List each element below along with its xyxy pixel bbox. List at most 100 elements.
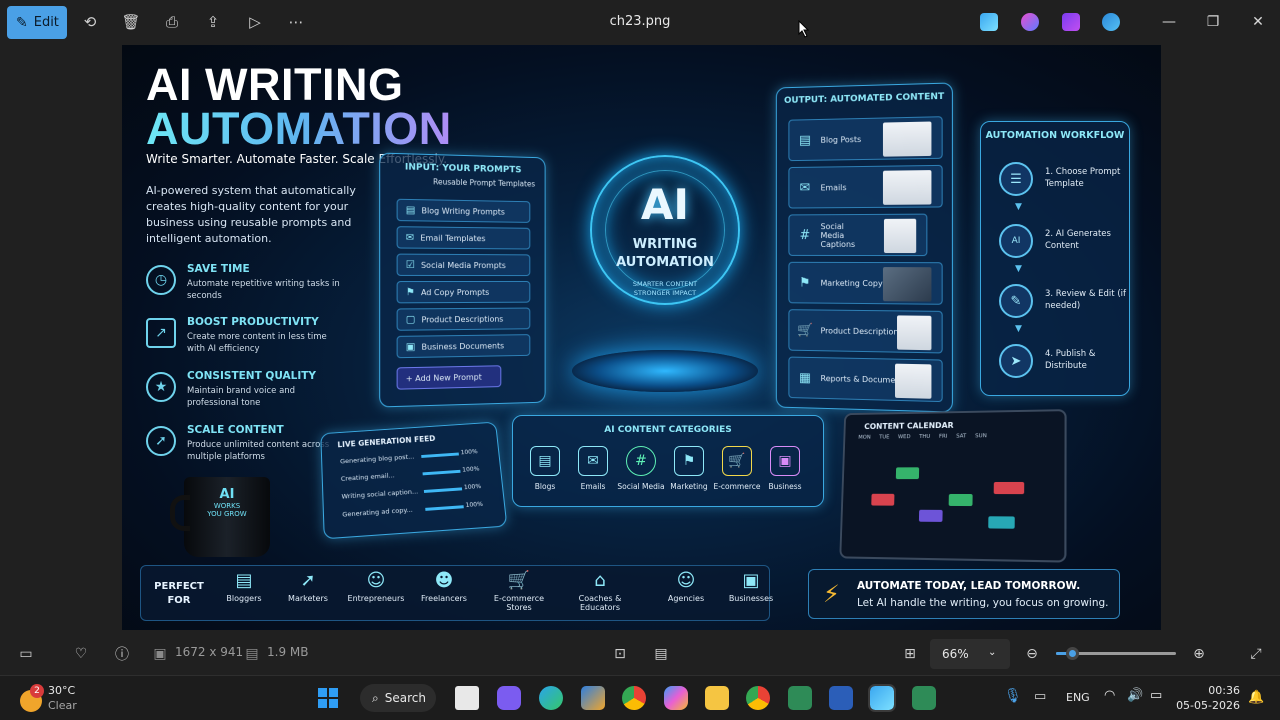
file-explorer-icon[interactable] xyxy=(705,686,729,710)
text-scan-icon[interactable]: ▤ xyxy=(651,644,671,664)
thumbnail xyxy=(897,315,932,351)
feature-title: CONSISTENT QUALITY xyxy=(187,370,317,382)
restore-icon[interactable]: ❐ xyxy=(1201,10,1225,34)
start-button[interactable] xyxy=(318,688,338,708)
search-icon: ⌕ xyxy=(372,690,379,705)
add-new-prompt-button: + Add New Prompt xyxy=(396,365,502,390)
wifi-icon[interactable]: ◠ xyxy=(1104,688,1115,703)
more-icon[interactable]: ⋯ xyxy=(286,12,306,32)
app-designer-icon[interactable] xyxy=(980,13,998,31)
clock-date[interactable]: 05-05-2026 xyxy=(1176,699,1240,712)
prompt-item: ⚑ Ad Copy Prompts xyxy=(396,280,531,304)
poster-image: AI WRITING AUTOMATION Write Smarter. Aut… xyxy=(122,45,1161,630)
cta-banner: ⚡ AUTOMATE TODAY, LEAD TOMORROW. Let AI … xyxy=(808,569,1120,619)
output-item: # Social Media Captions xyxy=(788,213,928,257)
feed-row-label: Generating blog post... xyxy=(339,452,415,466)
prompt-item: ▢ Product Descriptions xyxy=(396,307,531,331)
app-clipchamp-icon[interactable] xyxy=(1062,13,1080,31)
feed-row-label: Creating email... xyxy=(340,471,395,483)
category-marketing: ⚑ Marketing xyxy=(663,446,715,491)
camtasia-recorder-icon[interactable] xyxy=(912,686,936,710)
cart-icon: 🛒 xyxy=(797,322,813,338)
audience-marketers: ➚ Marketers xyxy=(273,566,343,604)
feed-title: LIVE GENERATION FEED xyxy=(337,434,436,450)
fullscreen-icon[interactable]: ⤢ xyxy=(1246,644,1266,664)
zoom-slider[interactable] xyxy=(1056,647,1176,660)
report-icon: ▦ xyxy=(798,370,811,386)
favorite-heart-icon[interactable]: ♡ xyxy=(71,644,91,664)
zoom-select[interactable]: 66% ⌄ xyxy=(930,639,1010,669)
share-icon[interactable]: ⇪ xyxy=(203,12,223,32)
perfect-for-strip: PERFECT FOR ▤ Bloggers ➚ Marketers ☺ Entrep… xyxy=(140,565,773,621)
category-ecommerce: 🛒 E-commerce xyxy=(711,446,763,491)
info-icon[interactable]: ⓘ xyxy=(112,644,132,664)
store-icon[interactable] xyxy=(581,686,605,710)
prompt-item: ▤ Blog Writing Prompts xyxy=(396,198,531,223)
photos-icon[interactable] xyxy=(868,684,896,712)
language-indicator[interactable]: ENG xyxy=(1066,691,1090,704)
microphone-icon[interactable]: 🎙 xyxy=(1004,688,1022,704)
task-view-icon[interactable] xyxy=(455,686,479,710)
fit-to-window-icon[interactable]: ⊞ xyxy=(900,644,920,664)
ai-chip-icon: AI xyxy=(999,224,1033,258)
category-social-media: # Social Media xyxy=(615,446,667,491)
rotate-icon[interactable]: ⟲ xyxy=(80,12,100,32)
teams-chat-icon[interactable] xyxy=(497,686,521,710)
category-business: ▣ Business xyxy=(759,446,811,491)
zoom-in-icon[interactable]: ⊕ xyxy=(1189,644,1209,664)
briefcase-icon: ▣ xyxy=(770,446,800,476)
mug-text-2: WORKS xyxy=(213,502,241,510)
feed-row-pct: 100% xyxy=(465,500,484,510)
zoom-value: 66% xyxy=(942,647,969,661)
output-content-panel: OUTPUT: AUTOMATED CONTENT ▤ Blog Posts ✉ E… xyxy=(775,82,953,413)
output-panel-title: OUTPUT: AUTOMATED CONTENT xyxy=(784,91,945,106)
document-icon: ▤ xyxy=(798,132,811,148)
feature-scale-content: ➚ SCALE CONTENT Produce unlimited conten… xyxy=(146,424,346,468)
word-icon[interactable] xyxy=(829,686,853,710)
weather-widget[interactable]: 2 xyxy=(18,684,44,712)
info-bar: ▭ ♡ ⓘ ▣ 1672 x 941 ▤ 1.9 MB ⊡ ▤ ⊞ 66% ⌄ … xyxy=(0,635,1280,675)
close-icon[interactable]: ✕ xyxy=(1246,10,1270,34)
zoom-out-icon[interactable]: ⊖ xyxy=(1022,644,1042,664)
taskbar-search[interactable]: ⌕ Search xyxy=(360,684,436,712)
hub-line2: AUTOMATION xyxy=(616,255,714,270)
visual-search-icon[interactable]: ⊡ xyxy=(610,644,630,664)
notification-bell-icon[interactable]: 🔔 xyxy=(1248,690,1264,705)
app-copilot-icon[interactable] xyxy=(1021,13,1039,31)
clock-time[interactable]: 00:36 xyxy=(1176,684,1240,697)
mug-handle xyxy=(170,495,190,531)
calendar-event xyxy=(988,516,1015,529)
zoom-slider-knob[interactable] xyxy=(1065,647,1079,660)
list-icon: ☰ xyxy=(999,162,1033,196)
user-laptop-icon: ☻ xyxy=(434,569,454,591)
lightning-icon: ⚡ xyxy=(823,580,840,608)
edge-browser-icon[interactable] xyxy=(539,686,563,710)
megaphone-icon: ⚑ xyxy=(405,286,415,298)
live-generation-feed: LIVE GENERATION FEED Generating blog pos… xyxy=(320,421,508,540)
document-icon: ▤ xyxy=(405,204,416,216)
document-icon: ▤ xyxy=(530,446,560,476)
edit-button[interactable]: ✎ Edit xyxy=(7,6,67,39)
hub-pedestal xyxy=(572,350,758,392)
volume-icon[interactable]: 🔊 xyxy=(1127,688,1143,703)
image-canvas[interactable]: AI WRITING AUTOMATION Write Smarter. Aut… xyxy=(0,45,1280,635)
output-item: ✉ Emails xyxy=(788,164,943,209)
keyboard-icon[interactable]: ▭ xyxy=(1034,689,1046,704)
box-icon: ▢ xyxy=(405,313,416,326)
clock-icon: ◷ xyxy=(146,265,176,295)
camtasia-icon[interactable] xyxy=(788,686,812,710)
feature-desc: Create more content in less time with AI… xyxy=(187,332,327,354)
chrome-profile-icon[interactable] xyxy=(746,686,770,710)
hub-sub2: STRONGER IMPACT xyxy=(633,289,697,297)
slideshow-icon[interactable]: ▷ xyxy=(245,12,265,32)
chrome-icon[interactable] xyxy=(622,686,646,710)
taskbar: 2 30°C Clear ⌕ Search 🎙 ▭ ENG ◠ 🔊 ▭ 00:3… xyxy=(0,675,1280,720)
copilot-icon[interactable] xyxy=(664,686,688,710)
onedrive-icon[interactable] xyxy=(1102,13,1120,31)
image-dimensions: 1672 x 941 xyxy=(175,645,244,659)
battery-icon[interactable]: ▭ xyxy=(1150,688,1162,703)
filmstrip-icon[interactable]: ▭ xyxy=(16,644,36,664)
print-icon[interactable]: ⎙ xyxy=(162,12,182,32)
minimize-icon[interactable]: — xyxy=(1157,10,1181,34)
delete-icon[interactable]: 🗑 xyxy=(121,12,141,32)
